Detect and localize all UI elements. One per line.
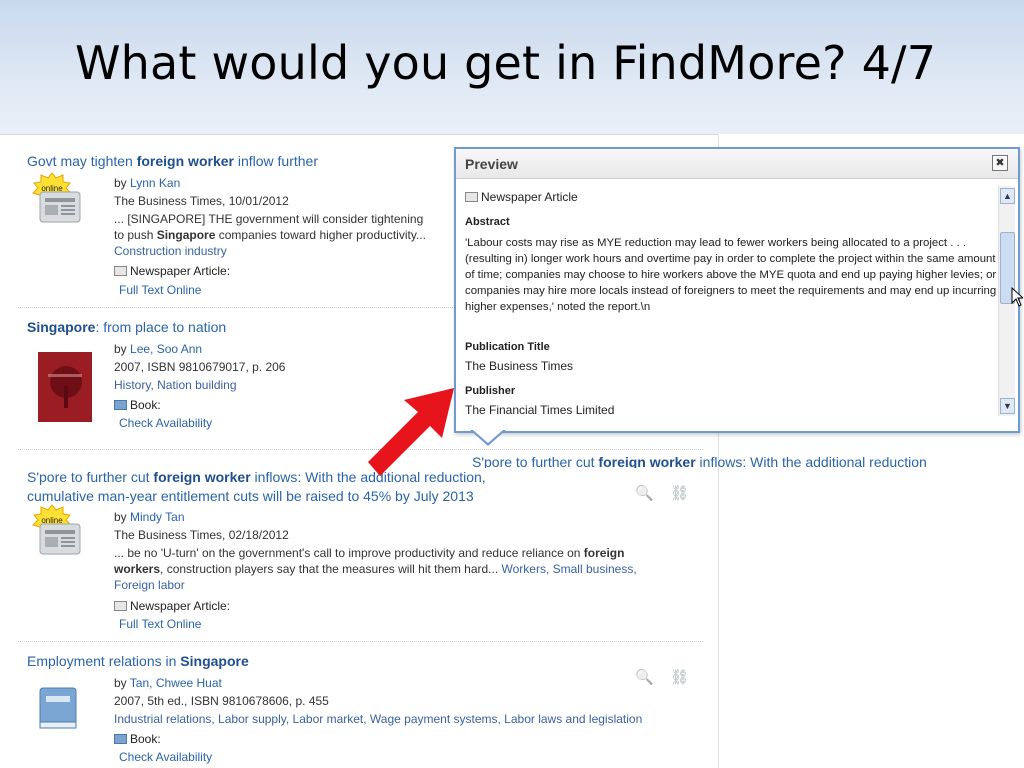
check-availability-link[interactable]: Check Availability	[119, 750, 212, 764]
newspaper-small-icon	[114, 266, 127, 276]
preview-title: Preview	[465, 156, 518, 172]
red-arrow-icon	[368, 388, 454, 476]
publisher-label: Publisher	[465, 385, 516, 397]
result-title-link[interactable]: Employment relations in Singapore	[27, 653, 249, 669]
slide-title: What would you get in FindMore? 4/7	[75, 36, 937, 90]
result-author: by Tan, Chwee Huat	[114, 676, 222, 690]
book-icon	[39, 687, 77, 729]
publisher-value: The Financial Times Limited	[465, 403, 615, 417]
scroll-down-button[interactable]: ▼	[1000, 398, 1015, 414]
abstract-label: Abstract	[465, 216, 510, 228]
result-source: 2007, 5th ed., ISBN 9810678606, p. 455	[114, 694, 329, 708]
result-subjects[interactable]: Construction industry	[114, 244, 227, 258]
preview-header: Preview ✖	[456, 149, 1018, 179]
result-snippet-2: workers, construction players say that t…	[114, 562, 637, 576]
result-subjects[interactable]: Industrial relations, Labor supply, Labo…	[114, 712, 642, 726]
magnifier-icon[interactable]: 🔍	[635, 485, 654, 502]
result-subjects[interactable]: History, Nation building	[114, 378, 237, 392]
result-title-line2[interactable]: cumulative man-year entitlement cuts wil…	[27, 488, 474, 504]
author-link[interactable]: Tan, Chwee Huat	[130, 676, 222, 690]
result-author: by Lee, Soo Ann	[114, 342, 203, 356]
result-source: The Business Times, 10/01/2012	[114, 194, 289, 208]
result-type: Book:	[114, 732, 161, 746]
result-subjects[interactable]: Foreign labor	[114, 578, 185, 592]
preview-popup: Preview ✖ Newspaper Article Abstract 'La…	[454, 147, 1020, 433]
result-item: Employment relations in Singapore 🔍 ⛓ by …	[18, 644, 703, 768]
book-cover-icon	[38, 352, 92, 422]
newspaper-small-icon	[465, 192, 478, 202]
result-snippet: ... be no 'U-turn' on the government's c…	[114, 546, 625, 560]
link-icon[interactable]: ⛓	[670, 669, 689, 686]
close-icon[interactable]: ✖	[992, 155, 1008, 171]
result-source: 2007, ISBN 9810679017, p. 206	[114, 360, 286, 374]
result-type: Newspaper Article:	[114, 264, 230, 278]
author-link[interactable]: Lee, Soo Ann	[130, 342, 202, 356]
slide-header: What would you get in FindMore? 4/7	[0, 0, 1024, 134]
peek-result-title[interactable]: S'pore to further cut foreign worker inf…	[472, 454, 1016, 468]
author-link[interactable]: Mindy Tan	[130, 510, 184, 524]
result-snippet-2: to push Singapore companies toward highe…	[114, 228, 426, 242]
abstract-text: 'Labour costs may rise as MYE reduction …	[465, 237, 997, 313]
result-actions: 🔍 ⛓	[619, 668, 689, 686]
publication-title-label: Publication Title	[465, 341, 550, 353]
newspaper-icon	[39, 191, 81, 223]
result-actions: 🔍 ⛓	[619, 484, 689, 502]
result-author: by Mindy Tan	[114, 510, 185, 524]
mouse-cursor-icon	[1011, 287, 1023, 307]
author-link[interactable]: Lynn Kan	[130, 176, 180, 190]
magnifier-icon[interactable]: 🔍	[635, 669, 654, 686]
preview-tail-inner	[473, 430, 503, 443]
result-type: Newspaper Article:	[114, 599, 230, 613]
full-text-online-link[interactable]: Full Text Online	[119, 617, 201, 631]
book-small-icon	[114, 734, 127, 744]
result-snippet: ... [SINGAPORE] THE government will cons…	[114, 212, 424, 226]
book-small-icon	[114, 400, 127, 410]
newspaper-small-icon	[114, 601, 127, 611]
publication-title-value: The Business Times	[465, 359, 574, 373]
result-type: Book:	[114, 398, 161, 412]
scroll-up-button[interactable]: ▲	[1000, 188, 1015, 204]
link-icon[interactable]: ⛓	[670, 485, 689, 502]
result-item: S'pore to further cut foreign worker inf…	[18, 460, 703, 642]
newspaper-icon	[39, 523, 81, 555]
result-title-link[interactable]: Singapore: from place to nation	[27, 319, 226, 335]
result-title-link[interactable]: Govt may tighten foreign worker inflow f…	[27, 153, 318, 169]
preview-doc-type: Newspaper Article	[465, 190, 578, 204]
result-author: by Lynn Kan	[114, 176, 181, 190]
check-availability-link[interactable]: Check Availability	[119, 416, 212, 430]
result-source: The Business Times, 02/18/2012	[114, 528, 289, 542]
full-text-online-link[interactable]: Full Text Online	[119, 283, 201, 297]
